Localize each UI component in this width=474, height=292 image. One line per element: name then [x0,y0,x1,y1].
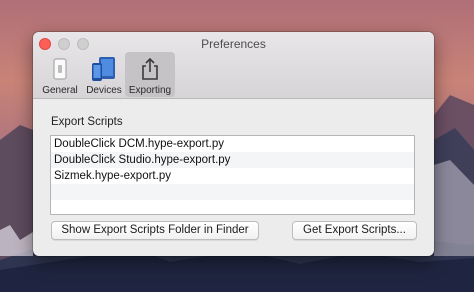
preferences-window: Preferences General Devices Exporting Ex… [33,32,434,256]
devices-icon [90,55,118,83]
exporting-pane: Export Scripts DoubleClick DCM.hype-expo… [33,99,434,256]
tab-devices[interactable]: Devices [85,52,123,97]
general-icon [50,55,70,83]
export-scripts-list[interactable]: DoubleClick DCM.hype-export.py DoubleCli… [50,135,415,215]
tab-general[interactable]: General [37,52,83,97]
preferences-toolbar: General Devices Exporting [37,52,175,97]
list-item[interactable]: DoubleClick DCM.hype-export.py [51,136,414,152]
list-item[interactable]: Sizmek.hype-export.py [51,168,414,184]
list-item[interactable]: DoubleClick Studio.hype-export.py [51,152,414,168]
tab-general-label: General [42,85,78,96]
tab-exporting[interactable]: Exporting [125,52,175,97]
tab-devices-label: Devices [86,85,122,96]
title-bar: Preferences General Devices Exporting [33,32,434,99]
get-export-scripts-button[interactable]: Get Export Scripts... [292,221,417,240]
share-export-icon [139,55,161,83]
window-title: Preferences [201,37,266,51]
tab-exporting-label: Exporting [128,85,172,96]
show-scripts-folder-button[interactable]: Show Export Scripts Folder in Finder [51,221,259,240]
empty-list-row [51,184,414,200]
export-scripts-heading: Export Scripts [51,116,123,128]
